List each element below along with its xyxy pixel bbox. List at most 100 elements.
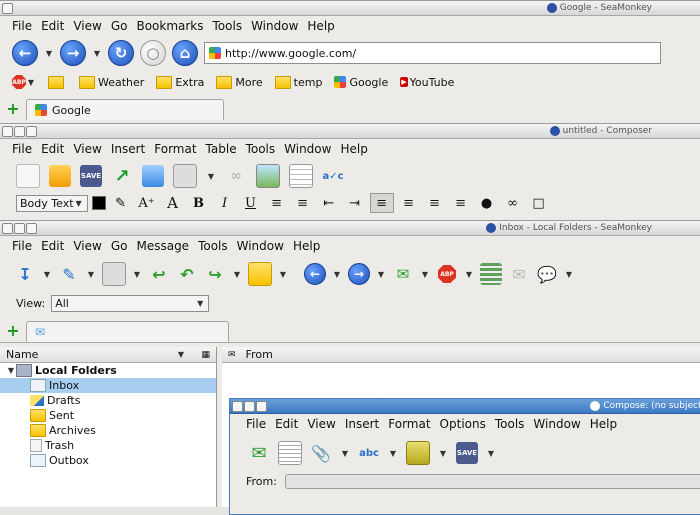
menu-format[interactable]: Format	[154, 142, 196, 156]
folder-item-trash[interactable]: Trash	[0, 438, 216, 453]
menu-file[interactable]: File	[12, 19, 32, 33]
bookmark-youtube[interactable]: ▶ YouTube	[400, 76, 454, 89]
new-tab-icon[interactable]: +	[6, 101, 20, 117]
send-icon[interactable]: ✉	[248, 442, 270, 464]
back-dropdown-icon[interactable]: ▼	[44, 49, 54, 58]
attach-icon[interactable]: 📎	[310, 442, 332, 464]
mail-titlebar[interactable]: Inbox - Local Folders - SeaMonkey	[0, 221, 700, 236]
bookmark-folder-weather[interactable]: Weather	[79, 75, 144, 89]
align-center-icon[interactable]: ≡	[398, 194, 420, 212]
save-file-icon[interactable]: SAVE	[456, 442, 478, 464]
menu-edit[interactable]: Edit	[41, 239, 64, 253]
root-folder[interactable]: ▼ Local Folders	[0, 363, 216, 378]
print-dropdown-icon[interactable]: ▼	[206, 172, 216, 181]
window-button[interactable]	[2, 223, 13, 234]
preview-icon[interactable]	[142, 165, 164, 187]
junk-icon[interactable]: ✉	[392, 263, 414, 285]
spellcheck-icon[interactable]: abc	[358, 442, 380, 464]
chat-dropdown-icon[interactable]: ▼	[564, 270, 574, 279]
bookmark-folder-extra[interactable]: Extra	[156, 75, 204, 89]
folder-item-outbox[interactable]: Outbox	[0, 453, 216, 468]
menu-help[interactable]: Help	[307, 19, 334, 33]
align-right-icon[interactable]: ≡	[424, 194, 446, 212]
reply-all-icon[interactable]: ↶	[176, 263, 198, 285]
home-button[interactable]: ⌂	[172, 40, 198, 66]
menu-edit[interactable]: Edit	[41, 142, 64, 156]
link-icon[interactable]: ∞	[225, 165, 247, 187]
bullet-list-icon[interactable]: ≡	[266, 194, 288, 212]
menu-tools[interactable]: Tools	[198, 239, 228, 253]
anchor-icon[interactable]: ●	[476, 194, 498, 212]
open-file-icon[interactable]	[49, 165, 71, 187]
align-left-icon[interactable]: ≡	[369, 193, 394, 213]
bookmark-folder-temp[interactable]: temp	[274, 75, 322, 89]
larger-font-icon[interactable]: A⁺	[136, 194, 158, 212]
outdent-icon[interactable]: ⇤	[318, 194, 340, 212]
menu-help[interactable]: Help	[590, 417, 617, 431]
new-file-icon[interactable]	[16, 164, 40, 188]
menu-insert[interactable]: Insert	[345, 417, 379, 431]
window-button[interactable]	[256, 401, 267, 412]
unlink-icon[interactable]: □	[528, 194, 550, 212]
window-button[interactable]	[26, 126, 37, 137]
bold-icon[interactable]: B	[188, 194, 210, 212]
folder-item-archives[interactable]: Archives	[0, 423, 216, 438]
text-color-icon[interactable]	[91, 196, 106, 210]
folder-item-inbox[interactable]: Inbox	[0, 378, 216, 393]
menu-format[interactable]: Format	[388, 417, 430, 431]
menu-go[interactable]: Go	[111, 19, 128, 33]
compose-titlebar[interactable]: Compose: (no subject)	[230, 399, 700, 414]
menu-window[interactable]: Window	[237, 239, 284, 253]
delete-mail-icon[interactable]: ✉	[508, 263, 530, 285]
justify-icon[interactable]: ≡	[450, 194, 472, 212]
save-dropdown-icon[interactable]: ▼	[486, 449, 496, 458]
save-file-icon[interactable]: SAVE	[80, 165, 102, 187]
underline-icon[interactable]: U	[240, 194, 262, 212]
address-book-icon[interactable]	[480, 263, 502, 285]
security-lock-icon[interactable]	[406, 441, 430, 465]
attach-dropdown-icon[interactable]: ▼	[340, 449, 350, 458]
menu-edit[interactable]: Edit	[275, 417, 298, 431]
thread-column-header[interactable]: ✉ From	[222, 347, 700, 363]
forward-dropdown-icon[interactable]: ▼	[92, 49, 102, 58]
previous-dropdown-icon[interactable]: ▼	[332, 270, 342, 279]
italic-icon[interactable]: I	[214, 194, 236, 212]
bookmark-folder-unnamed[interactable]	[48, 75, 67, 89]
get-mail-icon[interactable]: ↧	[14, 263, 36, 285]
table-icon[interactable]	[289, 164, 313, 188]
bookmark-folder-more[interactable]: More	[216, 75, 263, 89]
image-icon[interactable]	[256, 164, 280, 188]
forward-mail-icon[interactable]: ↪	[204, 263, 226, 285]
folder-column-header[interactable]: Name ▼ ▦	[0, 347, 216, 363]
menu-options[interactable]: Options	[440, 417, 486, 431]
adblock-dropdown-icon[interactable]: ▼	[26, 78, 36, 87]
window-button[interactable]	[2, 3, 13, 14]
adblock-button[interactable]: ABP ▼	[12, 75, 36, 89]
get-mail-dropdown-icon[interactable]: ▼	[42, 270, 52, 279]
menu-file[interactable]: File	[12, 142, 32, 156]
reload-button[interactable]: ↻	[108, 40, 134, 66]
menu-view[interactable]: View	[307, 417, 335, 431]
adblock-dropdown-icon[interactable]: ▼	[464, 270, 474, 279]
menu-message[interactable]: Message	[136, 239, 189, 253]
file-folder-icon[interactable]	[248, 262, 272, 286]
url-bar[interactable]: http://www.google.com/	[204, 42, 661, 64]
menu-file[interactable]: File	[246, 417, 266, 431]
folder-item-sent[interactable]: Sent	[0, 408, 216, 423]
menu-window[interactable]: Window	[251, 19, 298, 33]
window-button[interactable]	[232, 401, 243, 412]
adblock-button[interactable]: ABP	[436, 263, 458, 285]
stop-button[interactable]: ○	[140, 40, 166, 66]
next-dropdown-icon[interactable]: ▼	[376, 270, 386, 279]
spellcheck-icon[interactable]: a✓c	[322, 165, 344, 187]
bookmark-google[interactable]: Google	[334, 76, 388, 89]
folder-item-drafts[interactable]: Drafts	[0, 393, 216, 408]
new-tab-icon[interactable]: +	[6, 323, 20, 339]
from-select[interactable]	[284, 473, 700, 489]
url-text[interactable]: http://www.google.com/	[225, 47, 356, 60]
reply-icon[interactable]: ↩	[148, 263, 170, 285]
back-button[interactable]: ←	[12, 40, 38, 66]
menu-help[interactable]: Help	[340, 142, 367, 156]
menu-window[interactable]: Window	[533, 417, 580, 431]
menu-view[interactable]: View	[73, 19, 101, 33]
